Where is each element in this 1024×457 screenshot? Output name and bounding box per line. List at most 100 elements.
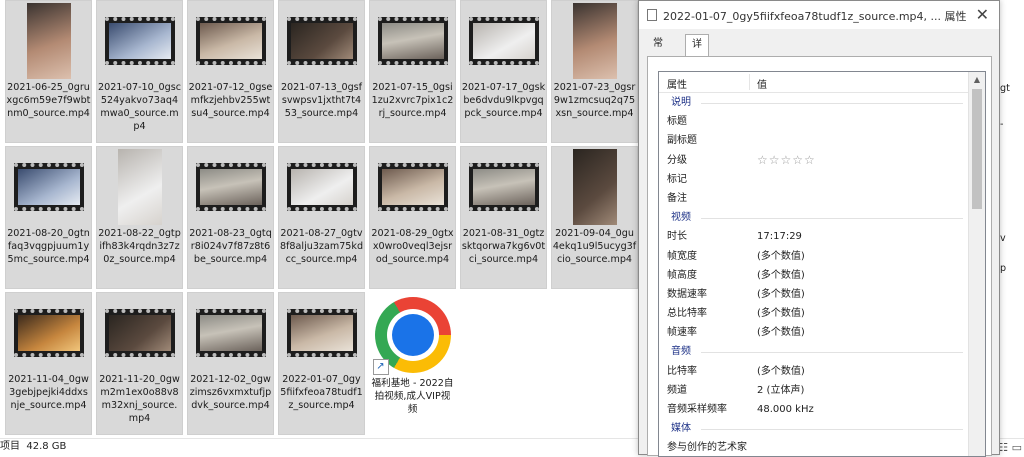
property-section: 媒体: [659, 419, 985, 438]
column-header-value[interactable]: 值: [757, 76, 767, 91]
video-file-item[interactable]: 2021-06-25_0gruxgc6m59e7f9wbtnm0_source.…: [5, 0, 92, 143]
portrait-thumbnail: [26, 3, 71, 79]
file-name: 2021-07-17_0gskbe6dvdu9lkpvgqpck_source.…: [461, 82, 546, 119]
video-file-item[interactable]: 2021-07-12_0gsemfkzjehbv255wtsu4_source.…: [187, 0, 274, 143]
filmstrip-thumbnail: [377, 163, 448, 211]
video-thumbnail: [7, 295, 91, 371]
file-name: 2021-08-22_0gtpifh83k4rqdn3z7z0z_source.…: [98, 228, 181, 265]
video-file-item[interactable]: 2021-08-31_0gtzsktqorwa7kg6v0tci_source.…: [460, 146, 547, 289]
thumbnail-image: [381, 23, 444, 59]
video-file-item[interactable]: 2021-08-27_0gtv8f8alju3zam75kdcc_source.…: [278, 146, 365, 289]
property-row[interactable]: 频道 2 (立体声): [659, 381, 985, 400]
column-header-property[interactable]: 属性: [667, 76, 687, 91]
video-file-item[interactable]: 2021-08-23_0gtqr8i024v7f87z8t6be_source.…: [187, 146, 274, 289]
column-separator[interactable]: [749, 74, 750, 90]
scrollbar-thumb[interactable]: [972, 89, 982, 209]
video-file-item[interactable]: 2021-09-04_0gu4ekq1u9l5ucyg3fcio_source.…: [551, 146, 638, 289]
video-thumbnail: [98, 149, 182, 225]
property-name: 音频采样频率: [667, 404, 727, 415]
filmstrip-thumbnail: [286, 17, 357, 65]
file-name: 2022-01-07_0gy5fiifxfeoa78tudf1z_source.…: [280, 374, 363, 411]
view-toggle-icons[interactable]: ☷ ▭: [998, 440, 1022, 456]
filmstrip-thumbnail: [104, 309, 175, 357]
video-file-item[interactable]: 2021-07-17_0gskbe6dvdu9lkpvgqpck_source.…: [460, 0, 547, 143]
property-name: 副标题: [667, 135, 697, 147]
dialog-titlebar[interactable]: 2022-01-07_0gy5fiifxfeoa78tudf1z_source.…: [639, 1, 999, 29]
property-row[interactable]: 标题: [659, 112, 985, 131]
video-file-item[interactable]: 2021-11-04_0gw3gebjpejki4ddxsnje_source.…: [5, 292, 92, 435]
close-icon[interactable]: ✕: [976, 5, 989, 24]
dialog-title: 2022-01-07_0gy5fiifxfeoa78tudf1z_source.…: [663, 10, 967, 23]
video-file-item[interactable]: 2021-07-10_0gsc524yakvo73aq4mwa0_source.…: [96, 0, 183, 143]
property-row[interactable]: 参与创作的艺术家: [659, 438, 985, 456]
property-row[interactable]: 副标题: [659, 131, 985, 150]
video-file-item[interactable]: 2021-11-20_0gwm2m1ex0o88v8m32xnj_source.…: [96, 292, 183, 435]
section-divider: [701, 218, 963, 220]
scroll-up-icon[interactable]: ▲: [969, 72, 985, 88]
video-file-item[interactable]: 2021-08-20_0gtnfaq3vqgpjuum1y5mc_source.…: [5, 146, 92, 289]
filmstrip-thumbnail: [13, 309, 84, 357]
thumbnail-image: [17, 315, 80, 351]
video-thumbnail: [553, 3, 637, 79]
property-row[interactable]: 帧高度 (多个数值): [659, 266, 985, 285]
thumbnail-image: [290, 315, 353, 351]
file-name: 2021-08-29_0gtxx0wro0veql3ejsrod_source.…: [371, 228, 454, 265]
file-name: 2021-08-23_0gtqr8i024v7f87z8t6be_source.…: [189, 228, 272, 265]
property-list[interactable]: 属性 值 说明 标题副标题分级 ☆☆☆☆☆ 标记 备注视频时长 17:17:29 帧宽度 (多…: [658, 71, 986, 457]
file-name: 2021-11-04_0gw3gebjpejki4ddxsnje_source.…: [8, 374, 89, 411]
property-section: 视频: [659, 208, 985, 227]
property-row[interactable]: 总比特率 (多个数值): [659, 304, 985, 323]
video-thumbnail: [7, 149, 91, 225]
section-divider: [701, 429, 963, 431]
video-thumbnail: [189, 295, 273, 371]
video-file-item[interactable]: 2021-08-29_0gtxx0wro0veql3ejsrod_source.…: [369, 146, 456, 289]
thumbnail-image: [572, 149, 617, 225]
filmstrip-thumbnail: [377, 17, 448, 65]
property-row[interactable]: 时长 17:17:29: [659, 227, 985, 246]
tab-details[interactable]: 详细信息: [685, 34, 709, 110]
file-name: 2021-07-10_0gsc524yakvo73aq4mwa0_source.…: [97, 82, 182, 132]
video-file-item[interactable]: 2021-12-02_0gwzimsz6vxmxtufjpdvk_source.…: [187, 292, 274, 435]
file-name: 2021-08-20_0gtnfaq3vqgpjuum1y5mc_source.…: [7, 228, 90, 265]
property-row[interactable]: 标记: [659, 170, 985, 189]
thumbnail-image: [199, 315, 262, 351]
property-row[interactable]: 帧宽度 (多个数值): [659, 247, 985, 266]
file-name: 2021-08-31_0gtzsktqorwa7kg6v0tci_source.…: [461, 228, 546, 265]
property-row[interactable]: 帧速率 (多个数值): [659, 323, 985, 342]
thumbnail-image: [108, 23, 171, 59]
property-row[interactable]: 备注: [659, 189, 985, 208]
filmstrip-thumbnail: [468, 17, 539, 65]
property-name: 帧高度: [667, 269, 697, 281]
property-value: 2 (立体声): [757, 384, 805, 396]
video-thumbnail: [371, 149, 455, 225]
property-section: 说明: [659, 93, 985, 112]
property-row[interactable]: 比特率 (多个数值): [659, 362, 985, 381]
video-file-item[interactable]: 2021-07-23_0gsr9w1zmcsuq2q75xsn_source.m…: [551, 0, 638, 143]
file-name: 2021-07-12_0gsemfkzjehbv255wtsu4_source.…: [188, 82, 273, 119]
thumbnail-image: [381, 169, 444, 205]
property-row[interactable]: 分级 ☆☆☆☆☆: [659, 151, 985, 170]
video-file-item[interactable]: 2022-01-07_0gy5fiifxfeoa78tudf1z_source.…: [278, 292, 365, 435]
thumbnail-image: [26, 3, 71, 79]
status-size: 42.8 GB: [26, 441, 67, 452]
thumbnail-image: [199, 23, 262, 59]
property-value: 48.000 kHz: [757, 404, 814, 415]
thumbnail-image: [472, 169, 535, 205]
property-value: (多个数值): [757, 288, 805, 300]
thumbnail-image: [108, 315, 171, 351]
property-row[interactable]: 音频采样频率 48.000 kHz: [659, 400, 985, 419]
tab-general[interactable]: 常规: [647, 34, 669, 69]
portrait-thumbnail: [117, 149, 162, 225]
list-scrollbar[interactable]: ▲: [968, 72, 985, 456]
video-file-item[interactable]: 2021-07-15_0gsi1zu2xvrc7pix1c2rj_source.…: [369, 0, 456, 143]
section-label: 视频: [671, 212, 691, 224]
rating-stars[interactable]: ☆☆☆☆☆: [757, 151, 816, 170]
chrome-icon: ↗: [371, 295, 455, 375]
video-file-item[interactable]: 2021-08-22_0gtpifh83k4rqdn3z7z0z_source.…: [96, 146, 183, 289]
filmstrip-thumbnail: [195, 309, 266, 357]
section-label: 音频: [671, 346, 691, 358]
video-file-item[interactable]: 2021-07-13_0gsfsvwpsv1jxtht7t453_source.…: [278, 0, 365, 143]
shortcut-item[interactable]: ↗ 福利基地 - 2022自拍视频,成人VIP视频: [369, 292, 456, 435]
video-thumbnail: [98, 3, 182, 79]
property-row[interactable]: 数据速率 (多个数值): [659, 285, 985, 304]
